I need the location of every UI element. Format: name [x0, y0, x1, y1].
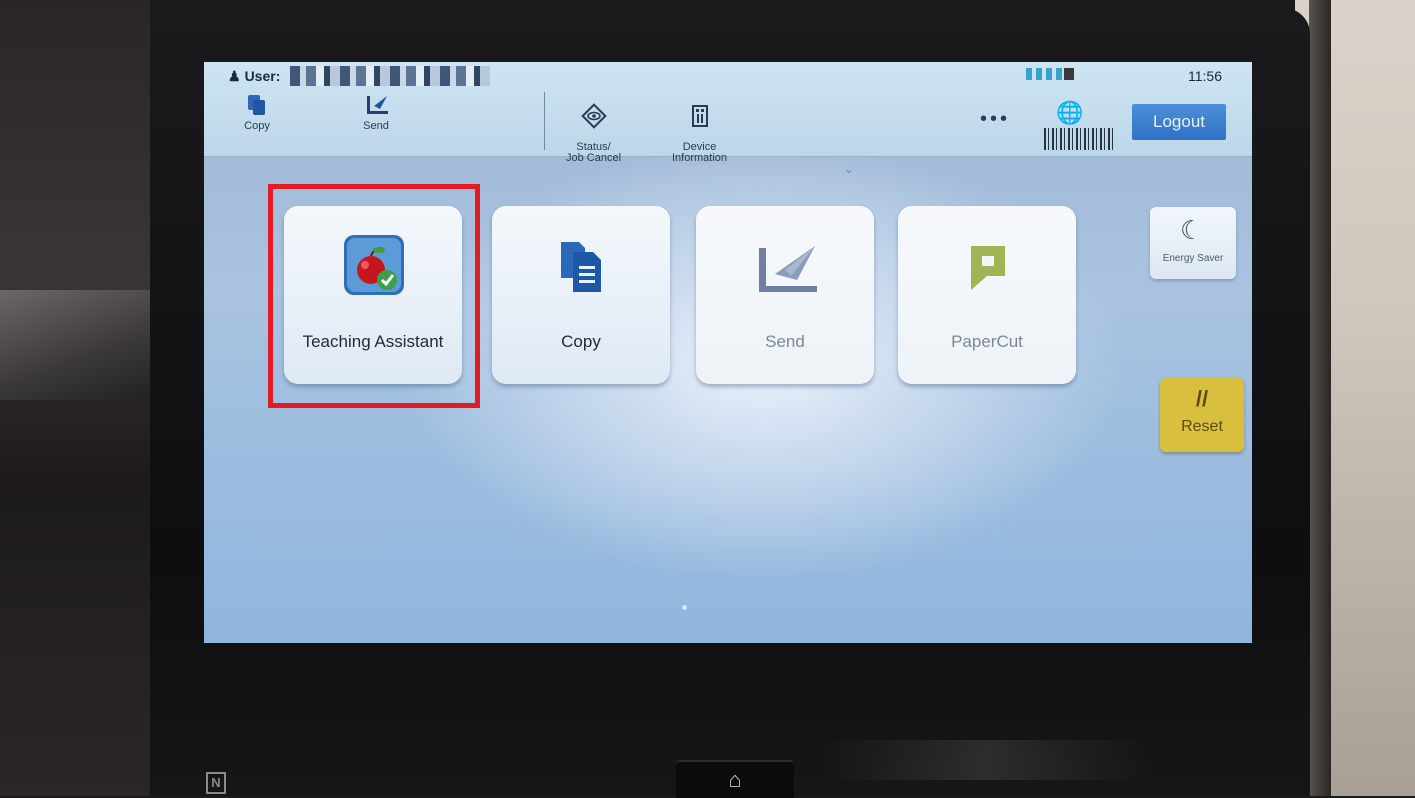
nfc-icon: N	[206, 772, 226, 794]
energy-saver-label: Energy Saver	[1162, 253, 1224, 264]
user-indicator: ♟ User:	[228, 66, 491, 86]
top-bar: ♟ User: Copy Send Status/ Job Cancel Dev…	[204, 62, 1252, 164]
barcode-graphic	[1044, 128, 1114, 150]
send-icon	[367, 96, 388, 114]
user-icon: ♟	[228, 67, 241, 84]
app-label-papercut: PaperCut	[951, 332, 1023, 351]
eye-icon	[580, 103, 607, 129]
wall-strip	[1309, 0, 1331, 796]
send-icon	[759, 246, 817, 292]
clock: 11:56	[1188, 68, 1222, 84]
energy-saver-button[interactable]: ☾ Energy Saver	[1150, 207, 1236, 279]
app-tile-copy[interactable]: Copy	[492, 206, 670, 384]
background-right	[1295, 0, 1415, 796]
copy-icon	[248, 95, 265, 115]
panel-glare	[820, 740, 1150, 780]
logout-button[interactable]: Logout	[1132, 104, 1226, 140]
page-indicator-dot	[682, 605, 687, 610]
quick-copy-button[interactable]: Copy	[244, 92, 270, 132]
chevron-down-icon[interactable]: ⌄	[844, 162, 854, 176]
device-information-button[interactable]: Device Information	[672, 92, 727, 164]
quick-copy-label: Copy	[244, 120, 270, 132]
toner-level-icon	[1026, 68, 1074, 80]
toolbar-divider	[544, 92, 545, 150]
reset-label: Reset	[1181, 418, 1223, 435]
app-label-send: Send	[765, 332, 805, 351]
moon-icon: ☾	[1180, 215, 1204, 245]
papercut-icon	[971, 246, 1005, 290]
status-job-cancel-button[interactable]: Status/ Job Cancel	[566, 92, 621, 164]
more-options-button[interactable]: •••	[980, 108, 1010, 131]
home-icon: ⌂	[728, 767, 742, 792]
copy-icon	[561, 242, 601, 292]
printer-ledge	[0, 290, 150, 400]
highlight-box	[268, 184, 480, 408]
quick-send-label: Send	[363, 120, 389, 132]
reset-button[interactable]: // Reset	[1160, 378, 1244, 452]
device-information-label: Device Information	[672, 141, 728, 164]
user-label: User:	[244, 68, 281, 84]
quick-send-button[interactable]: Send	[362, 92, 390, 132]
background-left	[0, 0, 150, 796]
user-name-redacted	[290, 66, 491, 86]
network-globe-icon[interactable]: 🌐	[1056, 100, 1083, 126]
app-tile-papercut[interactable]: PaperCut	[898, 206, 1076, 384]
app-label-copy: Copy	[561, 332, 601, 351]
app-tile-send[interactable]: Send	[696, 206, 874, 384]
status-job-cancel-label: Status/ Job Cancel	[566, 141, 622, 164]
touch-screen: ♟ User: Copy Send Status/ Job Cancel Dev…	[204, 62, 1252, 643]
device-info-icon	[691, 105, 708, 127]
home-button[interactable]: ⌂	[676, 760, 794, 798]
reset-icon: //	[1195, 386, 1209, 411]
